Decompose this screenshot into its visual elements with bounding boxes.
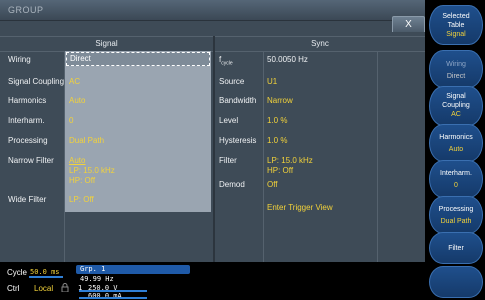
narrow-filter-value[interactable]: Auto — [69, 156, 85, 165]
group-label: Grp. 1 — [76, 265, 190, 274]
main-panel: GROUP X Signal Sync Wiring Signal Coupli… — [0, 0, 425, 262]
harmonics-label: Harmonics — [8, 96, 47, 105]
cycle-value: 50.0 ms — [30, 268, 60, 276]
signal-coupling-value[interactable]: AC — [69, 77, 80, 86]
window-title: GROUP — [8, 5, 44, 15]
signal-values-selection[interactable]: Direct — [65, 51, 211, 212]
cycle-indicator-bar — [29, 276, 63, 278]
softkey-interharm-label: Interharm. — [440, 170, 472, 177]
interharm-value[interactable]: 0 — [69, 116, 73, 125]
softkey-selected-table-line1: Selected — [442, 13, 470, 20]
signal-column-header: Signal — [95, 39, 118, 48]
softkey-interharm[interactable]: Interharm. 0 — [429, 160, 483, 198]
close-button[interactable]: X — [392, 16, 425, 32]
grid-line — [263, 51, 264, 262]
sync-filter-hp: HP: Off — [267, 166, 294, 175]
sync-column-header: Sync — [311, 39, 329, 48]
softkey-harmonics-value: Auto — [448, 146, 464, 153]
level-label: Level — [219, 116, 239, 125]
measurement-readout: Grp. 1 49.99 Hz 1 250.0 V 600.0 mA — [76, 265, 190, 300]
grid-line — [377, 51, 378, 262]
softkey-signal-coupling-line1: Signal — [446, 93, 466, 100]
softkey-harmonics-label: Harmonics — [439, 134, 473, 141]
narrow-filter-hp: HP: Off — [69, 176, 96, 185]
wiring-label: Wiring — [8, 55, 31, 64]
interharm-label: Interharm. — [8, 116, 45, 125]
wiring-selected-cell[interactable]: Direct — [66, 52, 210, 66]
hysteresis-value[interactable]: 1.0 % — [267, 136, 287, 145]
fcycle-value: 50.0050 Hz — [267, 55, 308, 64]
softkey-empty[interactable] — [429, 266, 483, 298]
source-label: Source — [219, 77, 245, 86]
lock-icon — [61, 283, 69, 292]
harmonics-value[interactable]: Auto — [69, 96, 85, 105]
softkey-selected-table-value: Signal — [446, 31, 466, 38]
source-value[interactable]: U1 — [267, 77, 277, 86]
softkey-interharm-value: 0 — [454, 182, 458, 189]
wiring-value: Direct — [70, 54, 91, 63]
level-value[interactable]: 1.0 % — [267, 116, 287, 125]
filter-label: Filter — [219, 156, 237, 165]
softkey-harmonics[interactable]: Harmonics Auto — [429, 124, 483, 162]
processing-value[interactable]: Dual Path — [69, 136, 104, 145]
demod-label: Demod — [219, 180, 245, 189]
frequency-readout: 49.99 Hz — [80, 275, 114, 283]
wide-filter-value[interactable]: LP: Off — [69, 195, 94, 204]
softkey-filter[interactable]: Filter — [429, 232, 483, 264]
softkey-signal-coupling[interactable]: Signal Coupling AC — [429, 86, 483, 126]
hysteresis-label: Hysteresis — [219, 136, 257, 145]
softkey-processing-label: Processing — [438, 206, 474, 213]
wide-filter-label: Wide Filter — [8, 195, 47, 204]
softkey-wiring-label: Wiring — [446, 61, 466, 68]
softkey-signal-coupling-value: AC — [451, 111, 461, 118]
fcycle-label: fcycle — [219, 55, 233, 67]
softkey-panel: Selected Table Signal Wiring Direct Sign… — [425, 0, 485, 300]
column-divider — [213, 36, 215, 262]
cycle-label: Cycle — [7, 268, 28, 277]
enter-trigger-view-link[interactable]: Enter Trigger View — [267, 203, 333, 212]
bandwidth-value[interactable]: Narrow — [267, 96, 293, 105]
softkey-selected-table[interactable]: Selected Table Signal — [429, 5, 483, 45]
title-bar: GROUP — [0, 0, 425, 21]
softkey-processing-value: Dual Path — [440, 218, 472, 225]
narrow-filter-lp: LP: 15.0 kHz — [69, 166, 115, 175]
softkey-signal-coupling-line2: Coupling — [442, 102, 470, 109]
softkey-selected-table-line2: Table — [447, 22, 465, 29]
sync-filter-lp[interactable]: LP: 15.0 kHz — [267, 156, 313, 165]
current-bar — [79, 297, 147, 299]
fcycle-label-sub: cycle — [221, 60, 233, 67]
narrow-filter-label: Narrow Filter — [8, 156, 54, 165]
processing-label: Processing — [8, 136, 48, 145]
softkey-wiring-value: Direct — [446, 73, 466, 80]
ctrl-value: Local — [34, 284, 54, 293]
softkey-processing[interactable]: Processing Dual Path — [429, 196, 483, 234]
demod-value[interactable]: Off — [267, 180, 278, 189]
ctrl-label: Ctrl — [7, 284, 20, 293]
softkey-wiring[interactable]: Wiring Direct — [429, 50, 483, 88]
softkey-filter-label: Filter — [448, 245, 464, 252]
signal-coupling-label: Signal Coupling — [8, 77, 65, 86]
bandwidth-label: Bandwidth — [219, 96, 257, 105]
status-bar: Cycle 50.0 ms Ctrl Local Grp. 1 49.99 Hz… — [0, 262, 425, 300]
